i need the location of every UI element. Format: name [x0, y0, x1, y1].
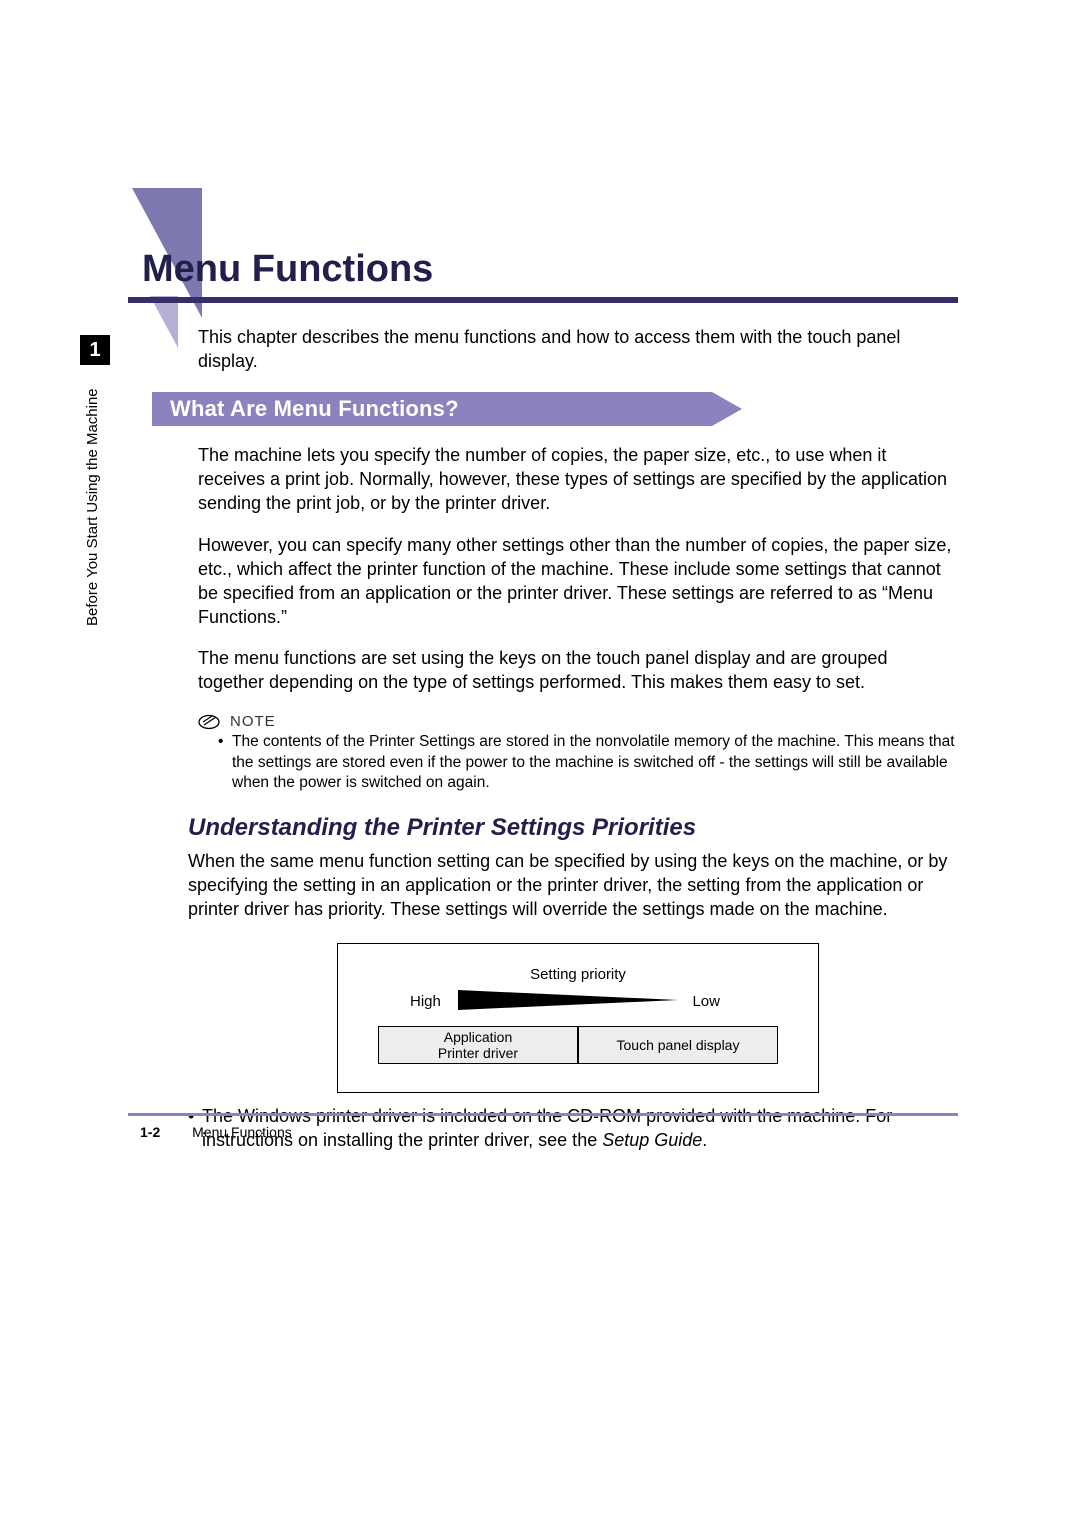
chapter-tab: 1	[80, 335, 110, 365]
note-item: The contents of the Printer Settings are…	[198, 732, 958, 793]
diagram-cell-high: Application Printer driver	[378, 1026, 578, 1064]
content-column: This chapter describes the menu function…	[198, 326, 958, 1153]
heading-rule	[128, 297, 958, 303]
diagram-cell-line: Printer driver	[438, 1045, 518, 1061]
diagram-cell-line: Touch panel display	[617, 1037, 740, 1053]
body-paragraph: The machine lets you specify the number …	[198, 444, 958, 516]
subsection-heading: Understanding the Printer Settings Prior…	[188, 814, 958, 842]
note-icon	[198, 714, 220, 730]
body-paragraph: However, you can specify many other sett…	[198, 534, 958, 630]
diagram-cell-line: Application	[444, 1029, 513, 1045]
page-title: Menu Functions	[142, 248, 433, 291]
document-page: Menu Functions 1 Before You Start Using …	[0, 0, 1080, 1528]
diagram-label-high: High	[410, 993, 441, 1010]
arrow-wedge-icon	[458, 990, 678, 1010]
intro-paragraph: This chapter describes the menu function…	[198, 326, 958, 374]
note-block: NOTE The contents of the Printer Setting…	[198, 713, 958, 793]
diagram-cell-low: Touch panel display	[578, 1026, 778, 1064]
bottom-rule	[128, 1113, 958, 1116]
bullet-emph: Setup Guide	[602, 1130, 702, 1150]
diagram-title: Setting priority	[338, 966, 818, 983]
page-footer: 1-2 Menu Functions	[140, 1124, 292, 1140]
body-paragraph: The menu functions are set using the key…	[198, 647, 958, 695]
note-label: NOTE	[230, 713, 276, 730]
footer-title: Menu Functions	[192, 1124, 292, 1140]
page-number: 1-2	[140, 1124, 160, 1140]
decorative-triangle-small	[150, 296, 178, 348]
priority-diagram: Setting priority High Low Application Pr…	[337, 943, 819, 1093]
side-running-head: Before You Start Using the Machine	[84, 388, 101, 626]
bullet-text: .	[702, 1130, 707, 1150]
body-paragraph: When the same menu function setting can …	[188, 850, 958, 922]
section-heading: What Are Menu Functions?	[170, 396, 459, 422]
section-heading-banner: What Are Menu Functions?	[152, 392, 772, 426]
diagram-label-low: Low	[692, 993, 720, 1010]
